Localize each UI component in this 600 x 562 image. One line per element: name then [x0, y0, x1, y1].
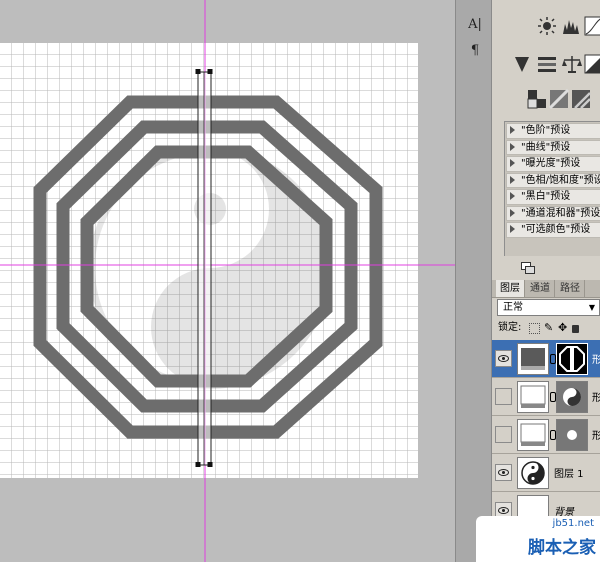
lock-row: 锁定: ✎ ✥ — [492, 320, 600, 336]
chevron-down-icon: ▼ — [588, 303, 595, 312]
panel-dock-icons: A| ¶ — [455, 0, 492, 562]
layer-name[interactable]: 形 — [592, 351, 600, 366]
adjustment-icons-row-2 — [492, 52, 600, 76]
color-balance-icon[interactable] — [562, 54, 582, 74]
anchor-point — [195, 69, 201, 74]
preset-levels[interactable]: "色阶"预设 — [506, 123, 600, 139]
expand-triangle-icon — [510, 126, 515, 134]
adjustment-thumb-icon — [517, 419, 549, 451]
preset-hue-saturation[interactable]: "色相/饱和度"预设 — [506, 172, 600, 188]
anchor-point — [195, 462, 201, 467]
adjustment-thumb-icon — [517, 343, 549, 375]
yin-yang-icon — [517, 457, 549, 489]
layer-row[interactable]: 图层 1 — [492, 454, 600, 492]
character-panel-icon[interactable]: A| — [466, 16, 484, 34]
layer-name[interactable]: 形 — [592, 427, 600, 442]
layers-panel-tabs: 图层 通道 路径 — [492, 280, 600, 298]
layer-row[interactable]: 形 — [492, 416, 600, 454]
brightness-contrast-icon[interactable] — [537, 16, 557, 36]
clip-to-layer-icon[interactable] — [521, 262, 535, 274]
black-white-icon[interactable] — [584, 54, 600, 74]
visibility-off-box[interactable] — [495, 388, 512, 405]
expand-triangle-icon — [510, 225, 515, 233]
tab-paths[interactable]: 路径 — [556, 280, 585, 297]
watermark-name: 脚本之家 — [528, 538, 596, 558]
anchor-point — [207, 69, 213, 74]
paragraph-panel-icon[interactable]: ¶ — [466, 42, 484, 60]
layer-name[interactable]: 形 — [592, 389, 600, 404]
curves-icon[interactable] — [584, 16, 600, 36]
preset-exposure[interactable]: "曝光度"预设 — [506, 156, 600, 172]
tab-channels[interactable]: 通道 — [526, 280, 555, 297]
visibility-off-box[interactable] — [495, 426, 512, 443]
hue-saturation-icon[interactable] — [537, 54, 557, 74]
blend-mode-select[interactable]: 正常 ▼ — [497, 299, 600, 316]
watermark-domain: jb51.net — [552, 518, 594, 529]
adjustment-presets-list: "色阶"预设 "曲线"预设 "曝光度"预设 "色相/饱和度"预设 "黑白"预设 … — [504, 121, 600, 256]
expand-triangle-icon — [510, 175, 515, 184]
preset-curves[interactable]: "曲线"预设 — [506, 139, 600, 155]
lock-transparency-icon[interactable] — [529, 323, 540, 334]
adjustment-icons-row-1 — [492, 14, 600, 38]
layer-row[interactable]: 形 — [492, 340, 600, 378]
selected-path[interactable] — [0, 0, 455, 562]
layer-name[interactable]: 图层 1 — [554, 465, 584, 480]
expand-triangle-icon — [510, 159, 515, 167]
right-panels: "色阶"预设 "曲线"预设 "曝光度"预设 "色相/饱和度"预设 "黑白"预设 … — [476, 0, 600, 562]
anchor-point — [207, 462, 213, 467]
lock-label: 锁定: — [498, 322, 522, 333]
dot-mask-icon[interactable] — [556, 419, 588, 451]
expand-triangle-icon — [510, 192, 515, 200]
tab-layers[interactable]: 图层 — [496, 280, 525, 297]
preset-black-white[interactable]: "黑白"预设 — [506, 189, 600, 205]
preset-selective-color[interactable]: "可选颜色"预设 — [506, 222, 600, 238]
adjustment-thumb-icon — [517, 381, 549, 413]
octagon-mask-icon[interactable] — [556, 343, 588, 375]
visibility-eye-icon[interactable] — [495, 350, 512, 367]
watermark: jb51.net 脚本之家 — [476, 516, 600, 562]
document-canvas[interactable] — [0, 0, 455, 562]
gradient-map-icon[interactable] — [549, 89, 569, 109]
adjustment-icons-row-3 — [492, 87, 600, 111]
expand-triangle-icon — [510, 142, 515, 151]
levels-icon[interactable] — [562, 16, 582, 36]
channel-mixer-icon[interactable] — [527, 89, 547, 109]
vibrance-icon[interactable] — [512, 54, 532, 74]
expand-triangle-icon — [510, 208, 515, 217]
visibility-eye-icon[interactable] — [495, 464, 512, 481]
lock-position-icon[interactable]: ✥ — [558, 320, 567, 336]
lock-all-icon[interactable] — [572, 325, 579, 333]
lock-pixels-icon[interactable]: ✎ — [544, 320, 553, 336]
preset-channel-mixer[interactable]: "通道混和器"预设 — [506, 205, 600, 221]
selective-color-icon[interactable] — [571, 89, 591, 109]
layer-row[interactable]: 形 — [492, 378, 600, 416]
circle-mask-icon[interactable] — [556, 381, 588, 413]
